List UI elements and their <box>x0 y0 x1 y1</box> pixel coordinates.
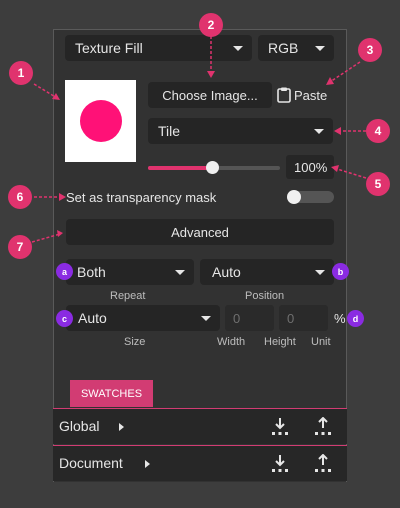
callout-3: 3 <box>358 38 382 62</box>
callout-2: 2 <box>199 13 223 37</box>
callout-1: 1 <box>9 61 33 85</box>
callout-d: d <box>347 310 364 327</box>
callout-b: b <box>332 263 349 280</box>
callout-6: 6 <box>8 185 32 209</box>
callout-5: 5 <box>366 172 390 196</box>
callout-4: 4 <box>366 119 390 143</box>
callout-a: a <box>56 263 73 280</box>
callout-c: c <box>56 310 73 327</box>
annotation-arrows <box>31 36 367 243</box>
callout-7: 7 <box>8 235 32 259</box>
